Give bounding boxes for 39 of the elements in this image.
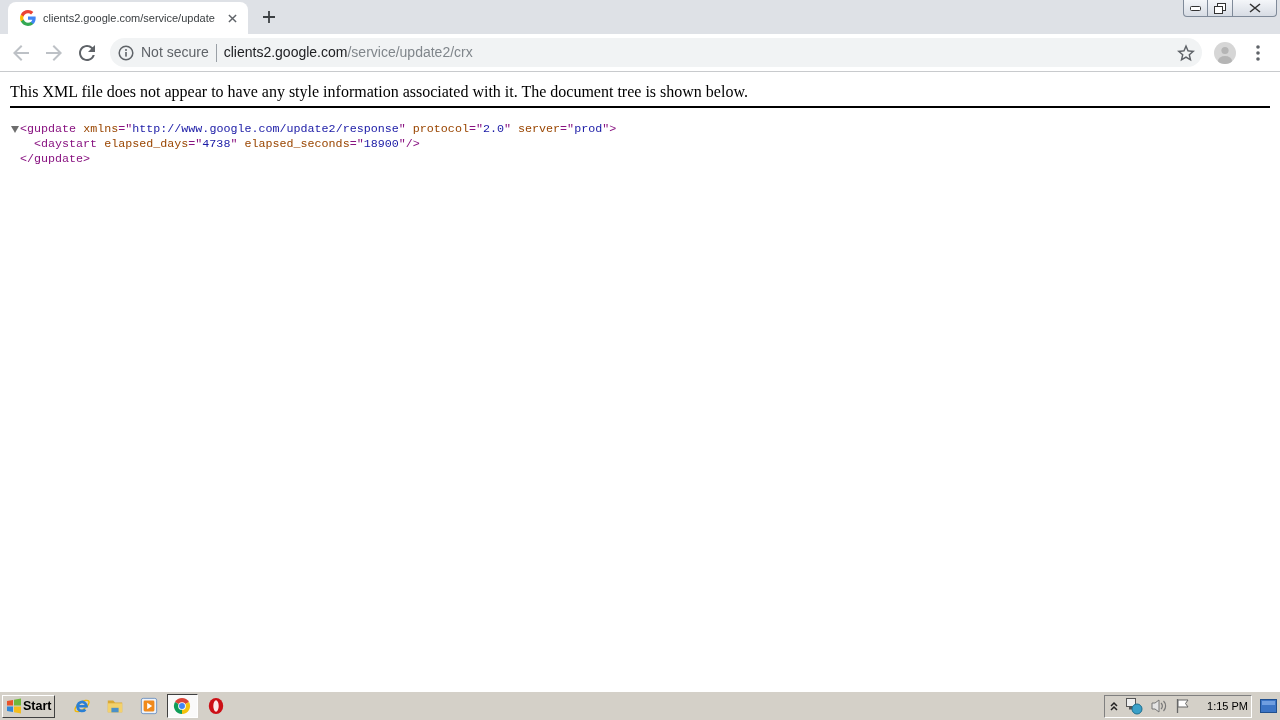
close-icon	[227, 13, 237, 23]
security-label: Not secure	[141, 43, 209, 62]
play-icon	[140, 697, 158, 715]
plus-icon	[263, 11, 275, 23]
xml-line: <daystart elapsed_days="4738" elapsed_seconds="18900"/>	[34, 137, 420, 152]
speaker-icon[interactable]	[1150, 698, 1169, 714]
restore-icon	[1214, 2, 1226, 14]
start-button[interactable]: Start	[2, 694, 56, 718]
o-logo-icon	[207, 697, 225, 715]
network-icon[interactable]	[1125, 697, 1144, 715]
xml-line: </gupdate>	[20, 152, 91, 167]
back-arrow-icon	[13, 44, 29, 61]
tab-title: clients2.google.com/service/update	[43, 10, 216, 26]
taskbar-button[interactable]	[167, 694, 198, 718]
xml-notice: This XML file does not appear to have any style information associated with it. The document tree is shown below.	[10, 83, 749, 101]
flag-icon[interactable]	[1175, 698, 1192, 714]
star-icon	[1177, 43, 1195, 62]
avatar-icon	[1214, 41, 1236, 64]
menu-icon	[1256, 44, 1260, 61]
close-icon	[1248, 3, 1261, 13]
windows-logo-icon	[6, 698, 22, 714]
expand-triangle-icon[interactable]	[11, 126, 19, 133]
g-logo-icon	[20, 10, 36, 26]
browser-tab[interactable]: clients2.google.com/service/update	[8, 2, 248, 34]
minimize-icon	[1190, 5, 1201, 11]
address-bar[interactable]: Not secure clients2.google.com/service/update2/crx	[110, 38, 1202, 67]
forward-arrow-icon	[46, 44, 62, 61]
e-logo-icon	[73, 697, 91, 715]
ring-logo-icon	[173, 697, 192, 715]
show-desktop-icon[interactable]	[1260, 699, 1277, 713]
info-icon	[118, 44, 134, 61]
close-button[interactable]	[1233, 0, 1277, 17]
xml-line: <gupdate xmlns="http://www.google.com/update2/response" protocol="2.0" server="prod">	[20, 122, 617, 137]
minimize-button[interactable]	[1183, 0, 1208, 17]
restore-button[interactable]	[1208, 0, 1233, 17]
reload-icon	[79, 44, 95, 61]
url-text: clients2.google.com/service/update2/crx	[223, 43, 473, 62]
clock-text[interactable]: 1:15 PM	[1207, 697, 1248, 715]
chevron-up-icon[interactable]	[1110, 701, 1119, 711]
